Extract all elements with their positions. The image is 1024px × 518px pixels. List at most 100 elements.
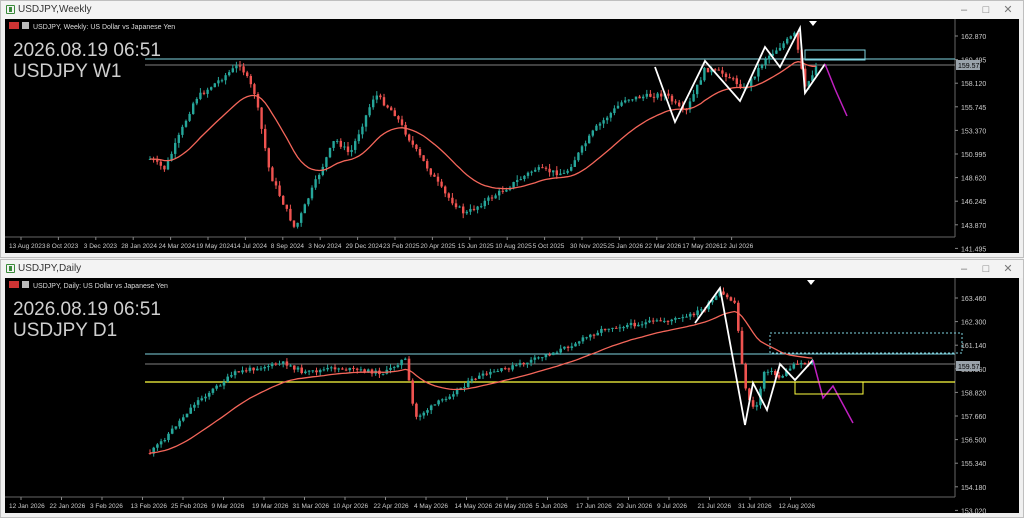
candle-body	[390, 107, 393, 111]
candle-body	[300, 367, 303, 374]
candle-body	[233, 371, 237, 376]
time-tick-label: 19 May 2024	[196, 243, 234, 250]
candle-body	[311, 370, 315, 372]
candle-body	[249, 76, 252, 85]
candle-body	[634, 96, 638, 100]
target-box	[794, 381, 864, 395]
candle-body	[591, 130, 594, 136]
time-tick-label: 25 Feb 2026	[171, 503, 208, 510]
candle-body	[500, 368, 503, 372]
candle-body	[322, 369, 326, 371]
candle-body	[740, 330, 744, 364]
maximize-button[interactable]: □	[975, 262, 997, 276]
candle-body	[529, 359, 533, 363]
close-button[interactable]: ✕	[997, 262, 1019, 276]
minimize-button[interactable]: –	[953, 3, 975, 17]
candle-body	[728, 76, 731, 79]
candle-body	[744, 363, 747, 389]
candle-body	[325, 157, 328, 167]
candle-body	[167, 433, 170, 441]
close-button[interactable]: ✕	[997, 3, 1019, 17]
candle-body	[219, 385, 222, 387]
candle-body	[638, 96, 641, 99]
candle-body	[573, 160, 576, 167]
projection-line	[824, 63, 848, 117]
candle-body	[444, 398, 448, 400]
price-tick-label: 141.495	[961, 246, 986, 253]
candle-body	[613, 108, 616, 114]
candle-body	[717, 69, 720, 71]
candle-body	[563, 346, 566, 349]
candle-body	[729, 297, 733, 301]
weekly-chart-area[interactable]: USDJPY, Weekly: US Dollar vs Japanese Ye…	[5, 19, 1019, 253]
time-tick-label: 24 Mar 2024	[159, 243, 196, 250]
time-tick-label: 13 Feb 2026	[131, 503, 168, 510]
minimize-button[interactable]: –	[953, 262, 975, 276]
time-tick-label: 19 Mar 2026	[252, 503, 289, 510]
candle-body	[570, 346, 574, 348]
candle-body	[645, 93, 648, 97]
candle-body	[318, 174, 321, 180]
candle-body	[411, 380, 414, 404]
daily-titlebar[interactable]: USDJPY,Daily – □ ✕	[1, 260, 1023, 278]
candle-body	[454, 203, 458, 208]
candle-body	[614, 327, 618, 329]
time-tick-label: 9 Mar 2026	[212, 503, 245, 510]
time-tick-label: 5 Jun 2026	[536, 503, 569, 510]
candle-body	[480, 206, 483, 208]
candle-body	[498, 190, 501, 196]
weekly-chart[interactable]: USDJPY, Weekly: US Dollar vs Japanese Ye…	[5, 19, 1019, 255]
candle-body	[655, 320, 659, 322]
weekly-titlebar[interactable]: USDJPY,Weekly – □ ✕	[1, 1, 1023, 19]
candle-body	[652, 96, 656, 98]
candle-body	[660, 93, 663, 97]
candle-body	[178, 420, 181, 427]
candle-body	[778, 47, 782, 51]
candle-body	[307, 198, 310, 205]
candle-body	[722, 291, 725, 295]
candle-body	[537, 167, 540, 170]
daily-chart[interactable]: USDJPY, Daily: US Dollar vs Japanese Yen…	[5, 278, 1019, 515]
candle-body	[629, 322, 633, 326]
candle-body	[541, 167, 544, 169]
zigzag-line	[654, 24, 826, 125]
daily-chart-area[interactable]: USDJPY, Daily: US Dollar vs Japanese Yen…	[5, 278, 1019, 515]
candle-body	[188, 114, 191, 121]
candle-body	[296, 222, 299, 227]
candle-body	[492, 371, 496, 373]
candle-body	[648, 320, 651, 323]
candle-body	[422, 155, 425, 162]
candle-body	[803, 362, 807, 364]
price-tick-label: 163.460	[961, 296, 986, 303]
candle-body	[389, 367, 392, 370]
candle-body	[642, 96, 645, 99]
candle-body	[274, 363, 278, 365]
flag-icon	[9, 22, 19, 29]
maximize-button[interactable]: □	[975, 3, 997, 17]
candle-body	[372, 99, 375, 108]
candle-body	[397, 116, 400, 120]
candle-body	[196, 400, 200, 405]
candle-body	[278, 185, 281, 196]
time-tick-label: 23 Feb 2025	[383, 243, 420, 250]
candle-body	[505, 189, 508, 192]
candle-body	[764, 59, 767, 65]
candle-body	[195, 98, 198, 104]
candle-body	[458, 206, 461, 208]
time-tick-label: 21 Jul 2026	[698, 503, 732, 510]
candle-body	[253, 84, 256, 94]
candle-body	[156, 444, 159, 448]
daily-window-title: USDJPY,Daily	[18, 263, 82, 274]
candle-body	[725, 294, 729, 298]
candle-body	[751, 400, 755, 407]
candle-body	[189, 407, 192, 414]
candle-body	[703, 67, 706, 81]
candle-body	[226, 376, 229, 382]
candle-body	[540, 357, 544, 359]
candle-body	[174, 426, 178, 429]
candle-body	[300, 213, 303, 223]
candle-body	[755, 405, 759, 407]
candle-body	[507, 368, 511, 370]
candle-body	[213, 83, 216, 88]
candle-body	[463, 386, 466, 388]
